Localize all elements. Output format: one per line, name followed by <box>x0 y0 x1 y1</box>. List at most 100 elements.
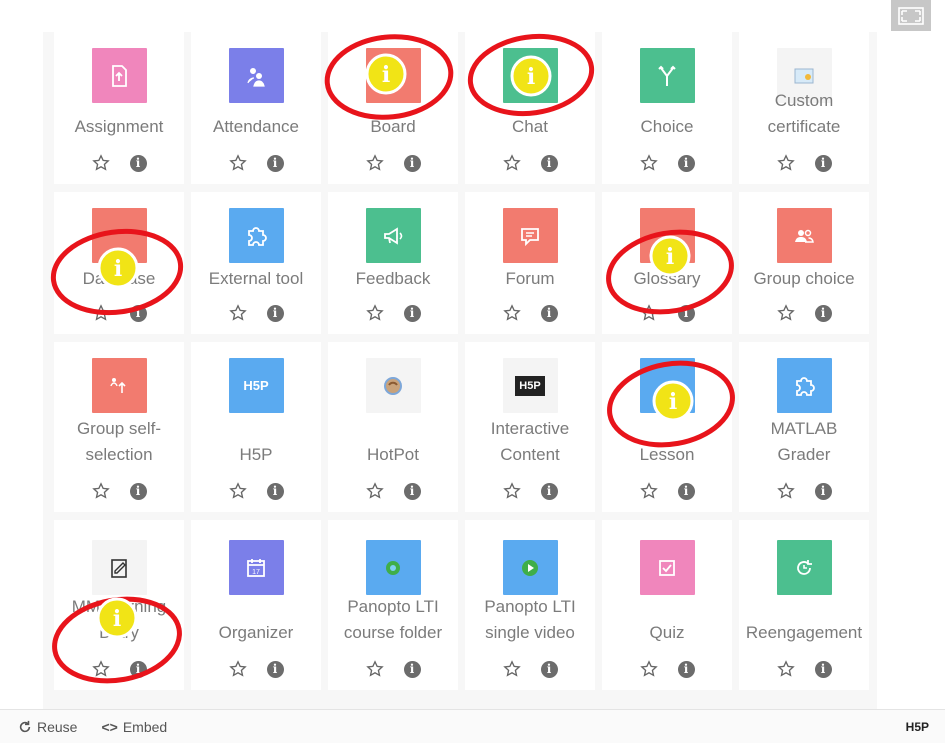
embed-label: Embed <box>122 718 168 735</box>
star-icon[interactable] <box>639 304 658 322</box>
activity-interactive-content[interactable]: H5P Interactive Content i <box>465 342 595 512</box>
reuse-button[interactable]: Reuse <box>18 719 77 735</box>
info-icon[interactable]: i <box>129 482 147 500</box>
info-icon[interactable]: i <box>540 660 558 678</box>
activity-mmlearning-diary[interactable]: MMLearning Diary i <box>54 520 184 690</box>
star-icon[interactable] <box>502 482 521 500</box>
info-icon[interactable]: i <box>129 304 147 322</box>
activity-panopto-course-folder[interactable]: Panopto LTI course folder i <box>328 520 458 690</box>
star-icon[interactable] <box>228 304 247 322</box>
activity-matlab-grader[interactable]: MATLAB Grader i <box>739 342 869 512</box>
activity-label: Chat <box>512 117 548 136</box>
lesson-icon <box>639 358 695 413</box>
info-icon[interactable]: i <box>677 154 695 172</box>
star-icon[interactable] <box>228 660 247 678</box>
activity-hotpot[interactable]: HotPot i <box>328 342 458 512</box>
star-icon[interactable] <box>639 660 658 678</box>
info-icon[interactable]: i <box>266 660 284 678</box>
activity-label: Group self-selection <box>76 419 162 464</box>
info-icon[interactable]: i <box>540 482 558 500</box>
activity-panopto-single-video[interactable]: Panopto LTI single video i <box>465 520 595 690</box>
info-icon[interactable]: i <box>403 660 421 678</box>
h5p-logo[interactable]: H5P <box>906 720 929 734</box>
info-icon[interactable]: i <box>540 304 558 322</box>
activity-assignment[interactable]: Assignment i <box>54 32 184 184</box>
fullscreen-button[interactable] <box>891 0 931 31</box>
star-icon[interactable] <box>365 154 384 172</box>
info-icon[interactable]: i <box>814 660 832 678</box>
star-icon[interactable] <box>776 660 795 678</box>
activity-organizer[interactable]: 17 Organizer i <box>191 520 321 690</box>
info-icon[interactable]: i <box>403 304 421 322</box>
reuse-label: Reuse <box>37 718 78 735</box>
activity-external-tool[interactable]: External tool i <box>191 192 321 334</box>
h5p-footer: Reuse <> Embed H5P <box>0 709 945 743</box>
forum-icon <box>502 208 558 263</box>
activity-label: MATLAB Grader <box>770 419 838 464</box>
activity-label: Forum <box>505 269 555 288</box>
star-icon[interactable] <box>776 482 795 500</box>
activity-label: H5P <box>239 445 273 464</box>
star-icon[interactable] <box>91 154 110 172</box>
upload-doc-icon <box>91 48 147 103</box>
info-icon[interactable]: i <box>540 154 558 172</box>
star-icon[interactable] <box>639 482 658 500</box>
activity-label: Choice <box>640 117 694 136</box>
star-icon[interactable] <box>365 304 384 322</box>
activity-lesson[interactable]: Lesson i <box>602 342 732 512</box>
star-icon[interactable] <box>228 482 247 500</box>
star-icon[interactable] <box>502 304 521 322</box>
activity-quiz[interactable]: Quiz i <box>602 520 732 690</box>
people-icon <box>228 48 284 103</box>
info-icon[interactable]: i <box>677 482 695 500</box>
diary-icon <box>91 540 147 595</box>
info-icon[interactable]: i <box>129 154 147 172</box>
star-icon[interactable] <box>228 154 247 172</box>
database-icon <box>91 208 147 263</box>
info-icon[interactable]: i <box>403 154 421 172</box>
activity-forum[interactable]: Forum i <box>465 192 595 334</box>
activity-chat[interactable]: Chat i <box>465 32 595 184</box>
activity-label: Group choice <box>753 269 855 288</box>
activity-label: Organizer <box>218 623 294 642</box>
activity-feedback[interactable]: Feedback i <box>328 192 458 334</box>
activity-label: MMLearning Diary <box>71 597 167 642</box>
activity-label: HotPot <box>367 445 419 464</box>
info-icon[interactable]: i <box>814 482 832 500</box>
info-icon[interactable]: i <box>677 304 695 322</box>
info-icon[interactable]: i <box>403 482 421 500</box>
star-icon[interactable] <box>91 660 110 678</box>
info-icon[interactable]: i <box>814 304 832 322</box>
info-icon[interactable]: i <box>266 304 284 322</box>
puzzle-icon <box>228 208 284 263</box>
group-icon <box>776 208 832 263</box>
activity-board[interactable]: Board i <box>328 32 458 184</box>
activity-h5p[interactable]: H5P H5P i <box>191 342 321 512</box>
star-icon[interactable] <box>91 482 110 500</box>
star-icon[interactable] <box>91 304 110 322</box>
megaphone-icon <box>365 208 421 263</box>
activity-attendance[interactable]: Attendance i <box>191 32 321 184</box>
activity-glossary[interactable]: Glossary i <box>602 192 732 334</box>
info-icon[interactable]: i <box>266 482 284 500</box>
star-icon[interactable] <box>365 660 384 678</box>
activity-database[interactable]: Database i <box>54 192 184 334</box>
star-icon[interactable] <box>639 154 658 172</box>
activity-custom-certificate[interactable]: Custom certificate i <box>739 32 869 184</box>
star-icon[interactable] <box>365 482 384 500</box>
activity-group-self-selection[interactable]: Group self-selection i <box>54 342 184 512</box>
star-icon[interactable] <box>776 304 795 322</box>
info-icon[interactable]: i <box>677 660 695 678</box>
info-icon[interactable]: i <box>266 154 284 172</box>
activity-reengagement[interactable]: Reengagement i <box>739 520 869 690</box>
star-icon[interactable] <box>502 660 521 678</box>
activity-choice[interactable]: Choice i <box>602 32 732 184</box>
embed-button[interactable]: <> Embed <box>101 719 167 735</box>
info-icon[interactable]: i <box>814 154 832 172</box>
activity-label: Glossary <box>633 269 701 288</box>
info-icon[interactable]: i <box>129 660 147 678</box>
star-icon[interactable] <box>776 154 795 172</box>
glossary-icon <box>639 208 695 263</box>
activity-group-choice[interactable]: Group choice i <box>739 192 869 334</box>
star-icon[interactable] <box>502 154 521 172</box>
